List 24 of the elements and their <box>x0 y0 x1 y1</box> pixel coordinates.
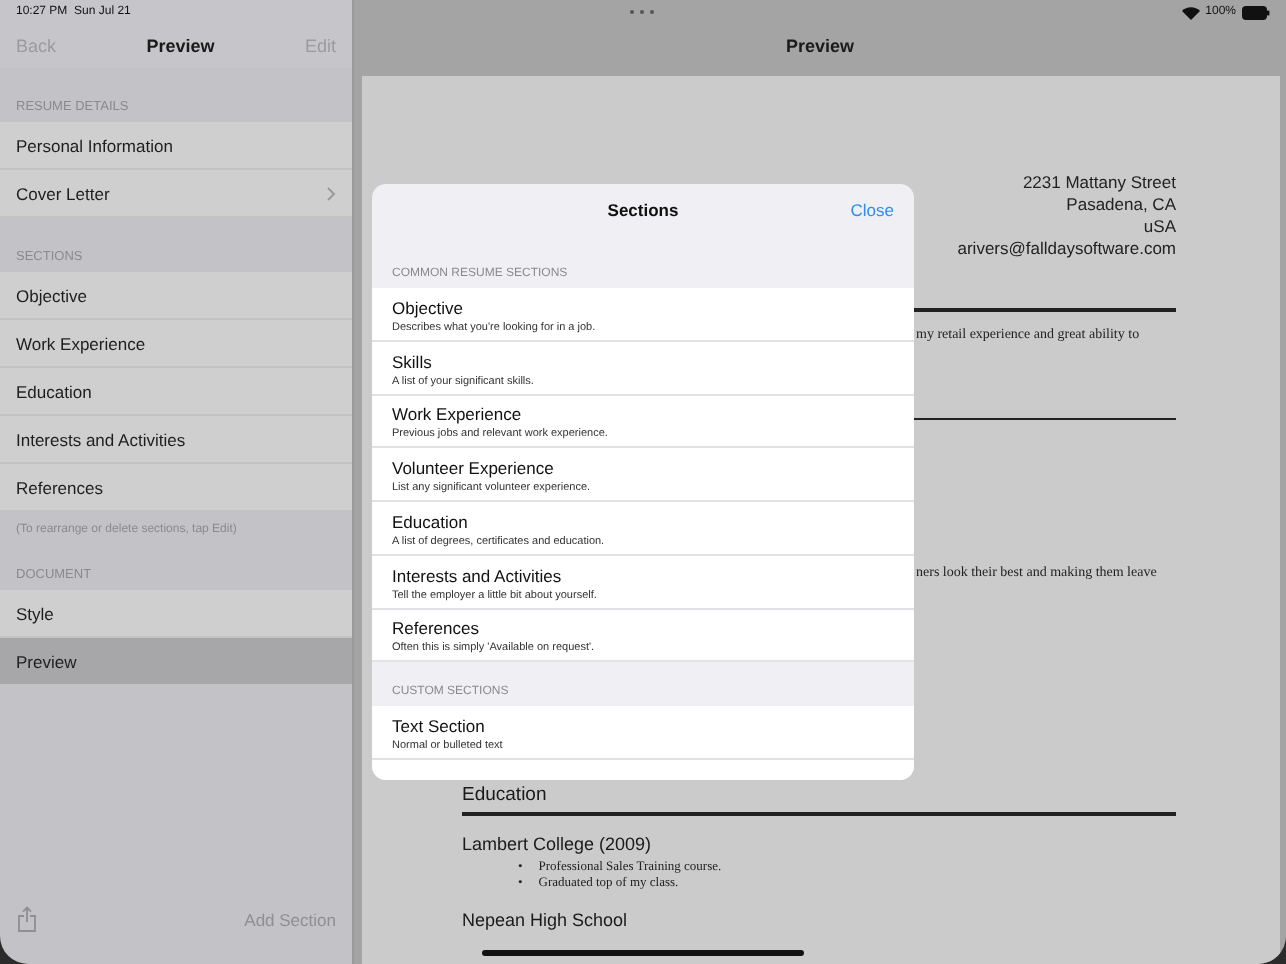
wifi-icon <box>1181 5 1200 19</box>
chevron-icon <box>326 185 336 201</box>
sidebar-item[interactable]: Cover Letter <box>0 170 352 218</box>
school-name: Lambert College (2009) <box>462 833 654 853</box>
sidebar-item[interactable]: Style <box>0 590 352 638</box>
sidebar-item[interactable]: Preview <box>0 638 352 686</box>
sidebar-item[interactable]: Interests and Activities <box>0 416 352 464</box>
partial-list-row[interactable] <box>372 760 914 780</box>
sidebar-item[interactable]: Objective <box>0 272 352 320</box>
sheet-title: Sections <box>607 200 679 220</box>
education-heading: Education <box>462 784 547 806</box>
share-icon[interactable] <box>16 906 38 932</box>
address-line: uSA <box>1143 216 1176 238</box>
address-line: Pasadena, CA <box>1066 194 1176 216</box>
sidebar-item[interactable]: Personal Information <box>0 122 352 170</box>
school-name: Nepean High School <box>462 909 630 929</box>
sidebar-item[interactable]: Work Experience <box>0 320 352 368</box>
nav-title: Preview <box>146 36 215 56</box>
sidebar-item[interactable]: Education <box>0 368 352 416</box>
address-line: arivers@falldaysoftware.com <box>957 238 1176 260</box>
preview-title: Preview <box>785 36 855 56</box>
battery-icon <box>1242 5 1270 19</box>
address-line: 2231 Mattany Street <box>1022 172 1176 194</box>
sidebar-item[interactable]: References <box>0 464 352 512</box>
